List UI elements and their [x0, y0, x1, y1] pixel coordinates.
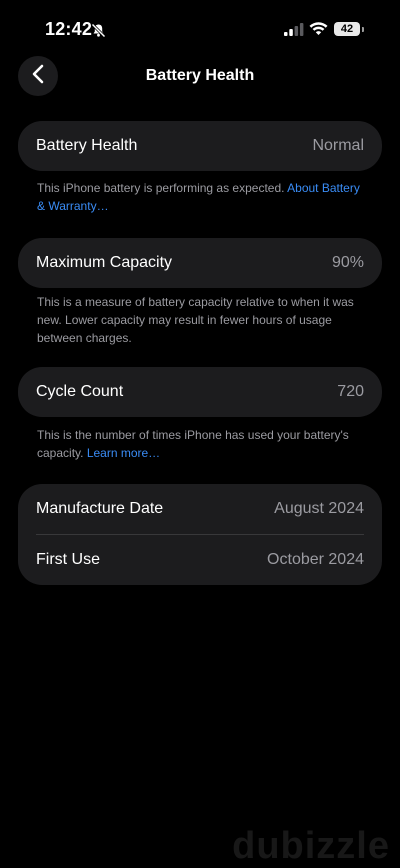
first-use-value: October 2024 [267, 551, 364, 568]
first-use-label: First Use [36, 551, 100, 568]
cycle-count-note: This is the number of times iPhone has u… [37, 428, 349, 460]
maximum-capacity-card: Maximum Capacity 90% [18, 238, 382, 288]
dates-card: Manufacture Date August 2024 First Use O… [18, 484, 382, 585]
learn-more-link[interactable]: Learn more… [87, 446, 160, 460]
battery-health-footnote: This iPhone battery is performing as exp… [37, 179, 367, 215]
status-bar: 12:42 42 [0, 0, 400, 60]
navigation-bar: Battery Health [0, 52, 400, 100]
battery-tip [362, 27, 364, 32]
page-title: Battery Health [145, 67, 255, 84]
battery-health-row: Battery Health Normal [18, 121, 382, 171]
maximum-capacity-label: Maximum Capacity [36, 254, 173, 271]
manufacture-date-label: Manufacture Date [36, 500, 164, 517]
battery-health-card: Battery Health Normal [18, 121, 382, 171]
maximum-capacity-note: This is a measure of battery capacity re… [37, 295, 354, 345]
manufacture-date-value: August 2024 [274, 500, 364, 517]
maximum-capacity-footnote: This is a measure of battery capacity re… [37, 293, 367, 347]
first-use-row: First Use October 2024 [18, 535, 382, 585]
dubizzle-watermark: dubizzle [232, 825, 390, 867]
battery-health-label: Battery Health [36, 137, 138, 154]
battery-health-note: This iPhone battery is performing as exp… [37, 181, 285, 195]
cycle-count-row: Cycle Count 720 [18, 367, 382, 417]
cycle-count-label: Cycle Count [36, 383, 124, 400]
battery-icon: 42 [334, 22, 360, 36]
wifi-icon [309, 21, 328, 41]
bell-off-icon [91, 23, 106, 43]
status-time: 12:42 [45, 19, 93, 39]
manufacture-date-row: Manufacture Date August 2024 [18, 484, 382, 534]
cycle-count-value: 720 [337, 383, 364, 400]
battery-health-value: Normal [312, 137, 364, 154]
maximum-capacity-row: Maximum Capacity 90% [18, 238, 382, 288]
cycle-count-footnote: This is the number of times iPhone has u… [37, 426, 367, 462]
cellular-signal-icon [284, 23, 304, 41]
maximum-capacity-value: 90% [331, 254, 364, 271]
cycle-count-card: Cycle Count 720 [18, 367, 382, 417]
